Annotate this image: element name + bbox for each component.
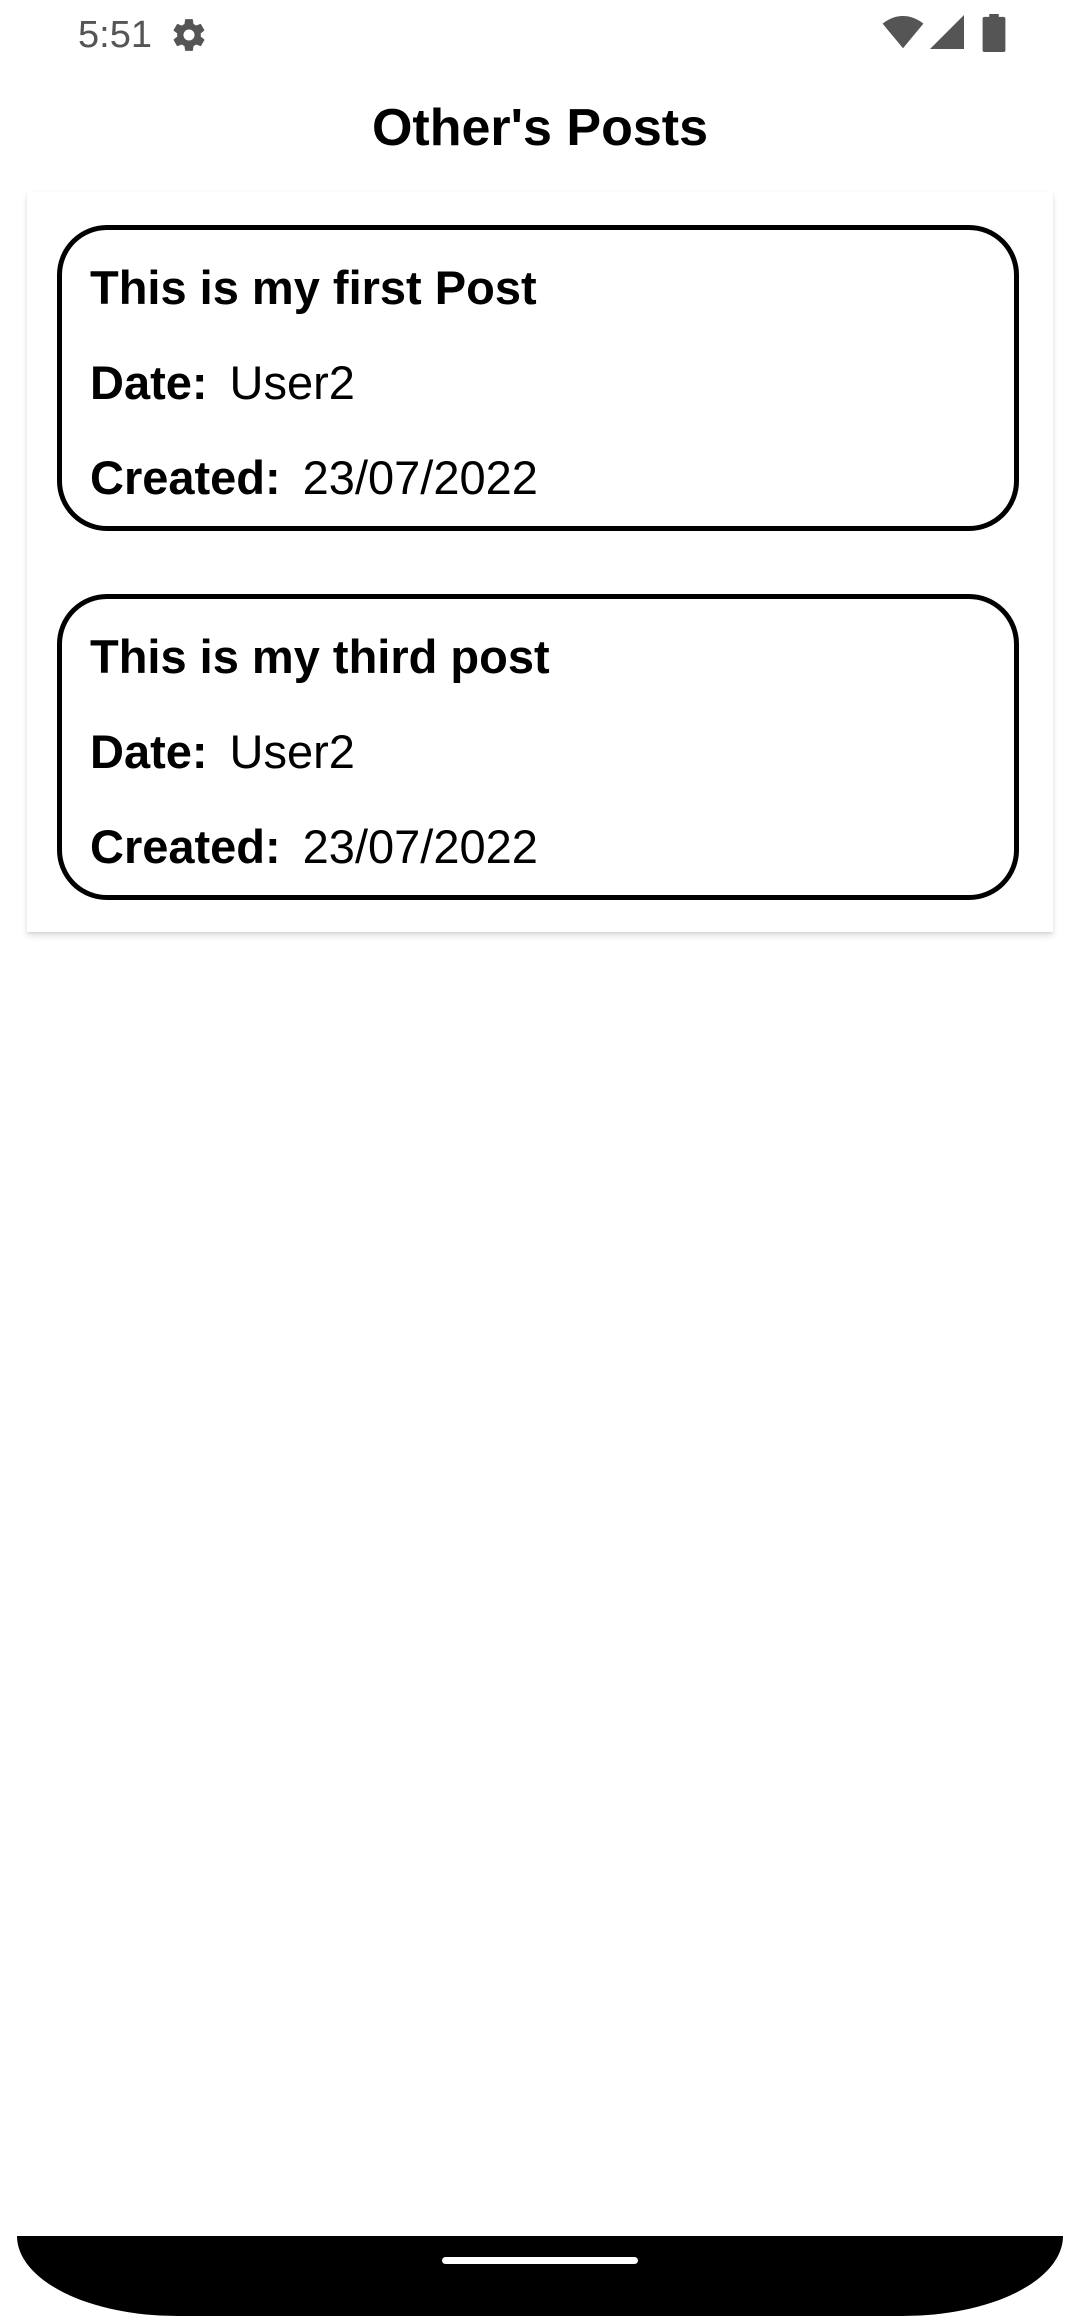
battery-icon — [982, 14, 1006, 52]
post-title: This is my third post — [90, 630, 550, 683]
status-time: 5:51 — [78, 14, 152, 56]
post-title: This is my first Post — [90, 261, 537, 314]
date-value: User2 — [229, 725, 355, 778]
gear-icon — [173, 19, 205, 51]
signal-icon — [930, 15, 964, 49]
page-title: Other's Posts — [371, 99, 709, 157]
post-date-row: Date: User2 — [90, 724, 355, 779]
created-label: Created: — [90, 820, 281, 873]
wifi-icon — [882, 16, 924, 49]
post-card[interactable]: This is my first Post Date: User2 Created… — [57, 225, 1019, 531]
status-bar: 5:51 — [0, 0, 1080, 70]
created-value: 23/07/2022 — [302, 820, 538, 873]
post-date-row: Date: User2 — [90, 355, 355, 410]
post-created-row: Created: 23/07/2022 — [90, 450, 538, 505]
created-value: 23/07/2022 — [302, 451, 538, 504]
date-value: User2 — [229, 356, 355, 409]
post-card[interactable]: This is my third post Date: User2 Created… — [57, 594, 1019, 900]
date-label: Date: — [90, 356, 208, 409]
created-label: Created: — [90, 451, 281, 504]
date-label: Date: — [90, 725, 208, 778]
home-gesture-handle[interactable] — [442, 2257, 638, 2264]
post-created-row: Created: 23/07/2022 — [90, 819, 538, 874]
navigation-bar — [17, 2236, 1063, 2316]
